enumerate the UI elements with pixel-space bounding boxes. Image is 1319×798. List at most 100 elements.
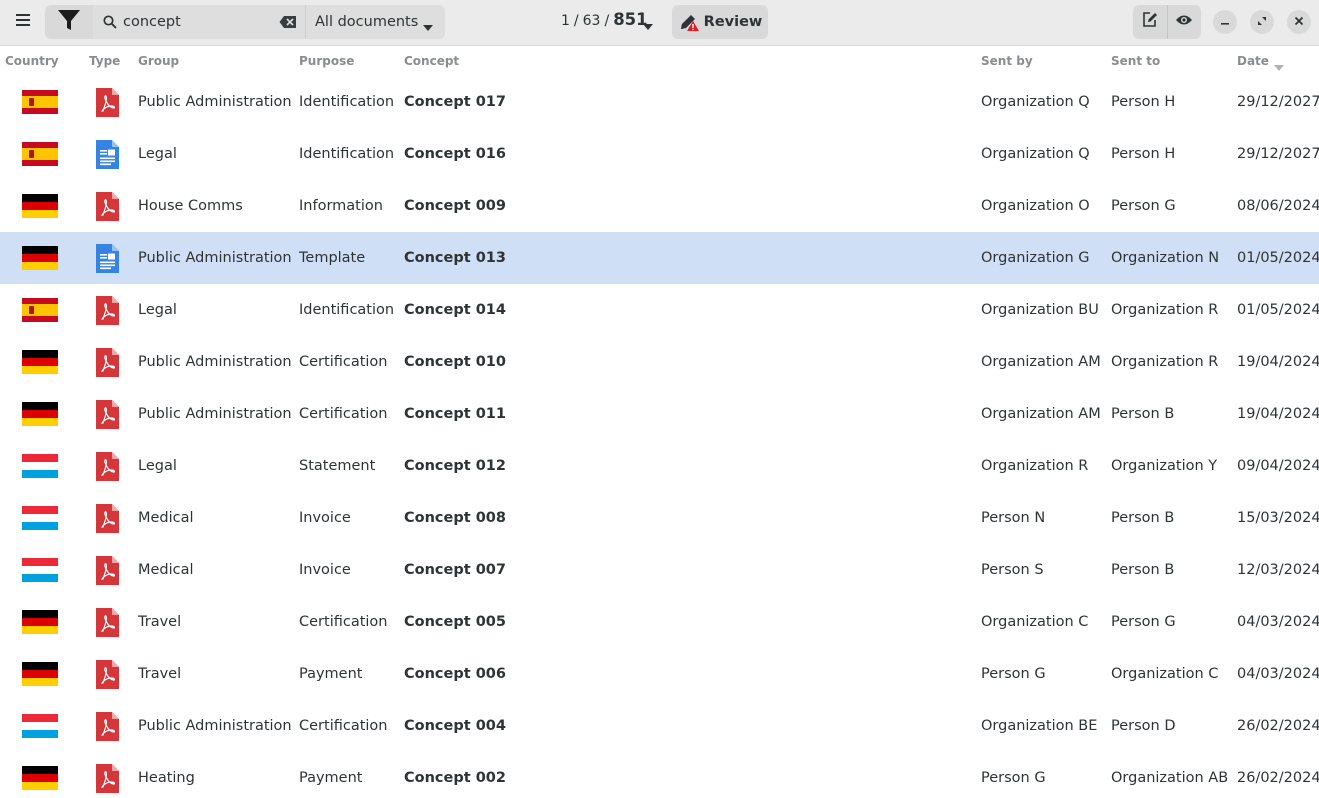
sent-by-cell: Organization G (981, 250, 1090, 266)
pager-current: 1 (561, 13, 570, 29)
table-row[interactable]: Public Administration Certification Concep… (0, 336, 1319, 388)
country-flag-de-icon (22, 194, 58, 218)
group-cell: Public Administration (138, 94, 292, 110)
pager-separator: / (573, 13, 579, 29)
sent-to-cell: Person G (1111, 198, 1176, 214)
sent-to-cell: Organization N (1111, 250, 1220, 266)
group-cell: House Comms (138, 198, 243, 214)
table-row[interactable]: Public Administration Template Concept 013… (0, 232, 1319, 284)
purpose-cell: Certification (299, 354, 388, 370)
edit-button[interactable] (1133, 5, 1167, 39)
sent-by-cell: Organization C (981, 614, 1089, 630)
sent-to-cell: Organization R (1111, 302, 1219, 318)
hamburger-icon (15, 13, 31, 31)
result-pager[interactable]: 1 / 63 / 851 (561, 10, 648, 34)
sent-to-cell: Organization C (1111, 666, 1219, 682)
date-cell: 19/04/2024 (1237, 354, 1319, 370)
sent-to-cell: Organization AB (1111, 770, 1229, 786)
clear-search-icon[interactable] (279, 15, 297, 29)
maximize-button[interactable] (1250, 10, 1274, 34)
column-header-group[interactable]: Group (138, 54, 179, 68)
sent-by-cell: Organization AM (981, 406, 1101, 422)
country-flag-de-icon (22, 246, 58, 270)
purpose-cell: Certification (299, 614, 388, 630)
sent-to-cell: Person G (1111, 614, 1176, 630)
document-scope-dropdown[interactable]: All documents (305, 5, 445, 39)
purpose-cell: Invoice (299, 510, 351, 526)
concept-cell: Concept 002 (404, 770, 506, 786)
table-row[interactable]: Travel Payment Concept 006 Person G Organiza… (0, 648, 1319, 700)
sent-by-cell: Person N (981, 510, 1046, 526)
main-menu-button[interactable] (9, 8, 37, 36)
sent-by-cell: Person G (981, 666, 1046, 682)
sent-to-cell: Person B (1111, 406, 1175, 422)
pager-chevron-down-icon[interactable] (643, 18, 653, 34)
table-row[interactable]: Legal Identification Concept 016 Organizati… (0, 128, 1319, 180)
purpose-cell: Invoice (299, 562, 351, 578)
purpose-cell: Statement (299, 458, 376, 474)
table-row[interactable]: Legal Identification Concept 014 Organizati… (0, 284, 1319, 336)
purpose-cell: Information (299, 198, 383, 214)
table-row[interactable]: House Comms Information Concept 009 Organiz… (0, 180, 1319, 232)
search-input[interactable] (123, 5, 273, 39)
column-header-country[interactable]: Country (5, 54, 59, 68)
close-button[interactable] (1287, 10, 1311, 34)
group-cell: Travel (138, 614, 182, 630)
sent-to-cell: Organization Y (1111, 458, 1218, 474)
date-cell: 29/12/2027 (1237, 146, 1319, 162)
date-cell: 15/03/2024 (1237, 510, 1319, 526)
pdf-file-icon (95, 191, 120, 222)
column-header-concept[interactable]: Concept (404, 54, 459, 68)
pdf-file-icon (95, 399, 120, 430)
review-button[interactable]: Review (672, 5, 768, 39)
pdf-file-icon (95, 451, 120, 482)
purpose-cell: Identification (299, 94, 395, 110)
table-row[interactable]: Public Administration Certification Concep… (0, 700, 1319, 752)
country-flag-es-icon (22, 298, 58, 322)
pager-pages: 63 (582, 13, 601, 29)
column-header-date[interactable]: Date (1237, 54, 1269, 68)
date-cell: 01/05/2024 (1237, 250, 1319, 266)
table-row[interactable]: Medical Invoice Concept 007 Person S Person … (0, 544, 1319, 596)
date-cell: 19/04/2024 (1237, 406, 1319, 422)
column-header-sent-to[interactable]: Sent to (1111, 54, 1160, 68)
table-row[interactable]: Public Administration Certification Concep… (0, 388, 1319, 440)
table-row[interactable]: Legal Statement Concept 012 Organization R O… (0, 440, 1319, 492)
purpose-cell: Payment (299, 666, 363, 682)
country-flag-lu-icon (22, 714, 58, 738)
sent-by-cell: Person G (981, 770, 1046, 786)
country-flag-lu-icon (22, 454, 58, 478)
column-header-type[interactable]: Type (89, 54, 120, 68)
sent-to-cell: Person H (1111, 94, 1176, 110)
pen-warning-icon (678, 12, 700, 32)
group-cell: Legal (138, 302, 177, 318)
edit-view-button-group (1133, 5, 1201, 39)
sent-to-cell: Person B (1111, 510, 1175, 526)
document-list: Public Administration Identification Conce… (0, 76, 1319, 798)
sort-descending-icon (1274, 59, 1284, 75)
minimize-button[interactable] (1213, 10, 1237, 34)
concept-cell: Concept 004 (404, 718, 506, 734)
group-cell: Legal (138, 146, 177, 162)
table-row[interactable]: Travel Certification Concept 005 Organizati… (0, 596, 1319, 648)
column-header-sent-by[interactable]: Sent by (981, 54, 1033, 68)
sent-by-cell: Organization O (981, 198, 1090, 214)
text-document-icon (95, 243, 120, 274)
preview-button[interactable] (1167, 5, 1201, 39)
date-cell: 12/03/2024 (1237, 562, 1319, 578)
purpose-cell: Template (299, 250, 366, 266)
pdf-file-icon (95, 659, 120, 690)
maximize-icon (1257, 14, 1267, 30)
filter-toggle-button[interactable] (45, 5, 93, 39)
table-row[interactable]: Public Administration Identification Conce… (0, 76, 1319, 128)
concept-cell: Concept 010 (404, 354, 506, 370)
table-row[interactable]: Medical Invoice Concept 008 Person N Person … (0, 492, 1319, 544)
document-scope-label: All documents (315, 14, 419, 30)
column-header-purpose[interactable]: Purpose (299, 54, 354, 68)
date-cell: 09/04/2024 (1237, 458, 1319, 474)
header-bar: All documents 1 / 63 / 851 Review (0, 0, 1319, 46)
search-box (93, 5, 305, 39)
pdf-file-icon (95, 711, 120, 742)
pdf-file-icon (95, 503, 120, 534)
table-row[interactable]: Heating Payment Concept 002 Person G Organiz… (0, 752, 1319, 798)
